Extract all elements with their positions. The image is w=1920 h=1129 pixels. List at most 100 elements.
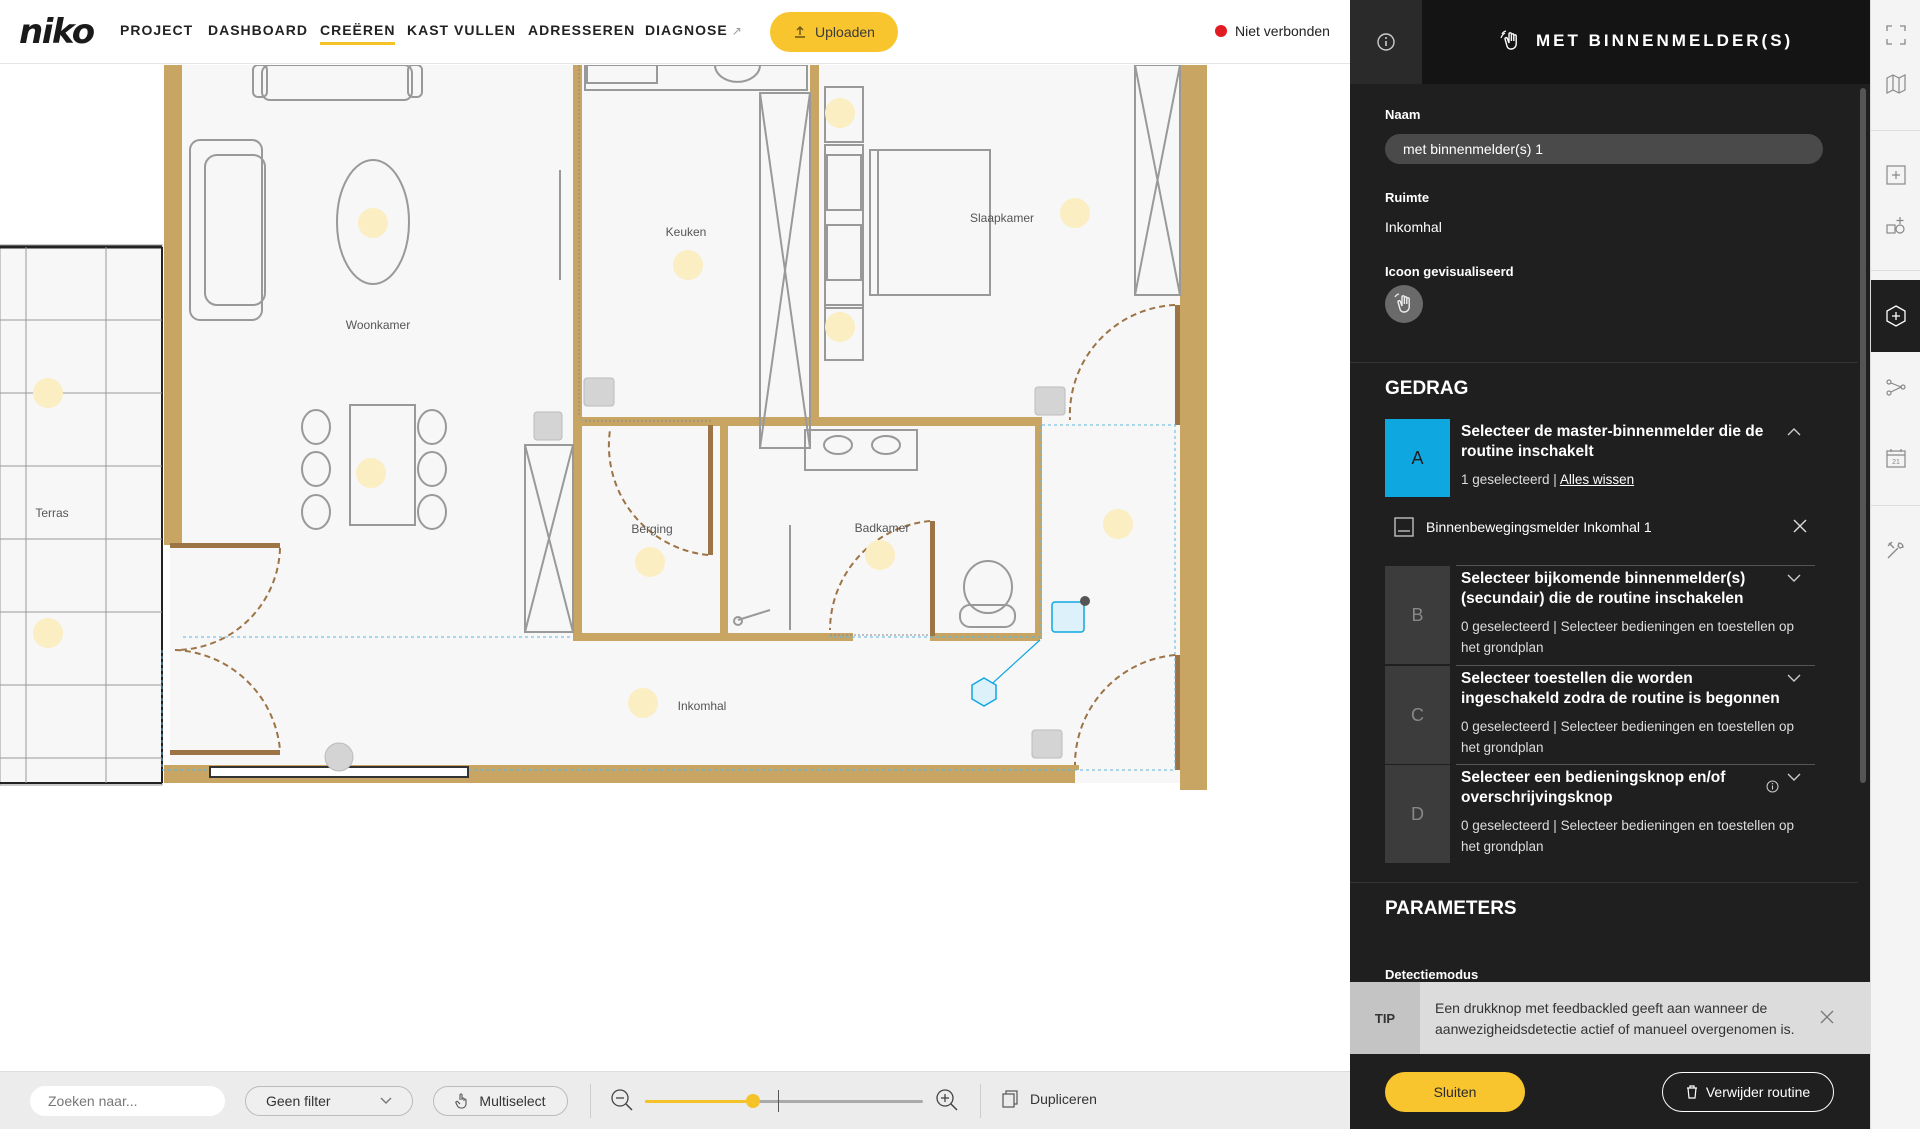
clear-all-link[interactable]: Alles wissen bbox=[1560, 472, 1634, 487]
chevron-down-icon bbox=[380, 1097, 392, 1104]
add-device-button[interactable] bbox=[1871, 205, 1920, 245]
map-button[interactable] bbox=[1871, 64, 1920, 104]
duplicate-label: Dupliceren bbox=[1030, 1091, 1097, 1107]
multiselect-button[interactable]: Multiselect bbox=[433, 1086, 568, 1116]
divider bbox=[980, 1084, 981, 1118]
schedule-button[interactable]: 21 bbox=[1871, 438, 1920, 478]
routine-panel: MET BINNENMELDER(S) Naam Ruimte Inkomhal… bbox=[1350, 0, 1870, 1129]
tip-banner: TIP Een drukknop met feedbackled geeft a… bbox=[1350, 982, 1870, 1054]
panel-title: MET BINNENMELDER(S) bbox=[1500, 30, 1793, 52]
add-room-button[interactable] bbox=[1871, 155, 1920, 195]
divider bbox=[1871, 270, 1920, 271]
room-label: Badkamer bbox=[855, 521, 910, 535]
divider bbox=[1871, 130, 1920, 131]
fullscreen-button[interactable] bbox=[1871, 15, 1920, 55]
icon-label: Icoon gevisualiseerd bbox=[1385, 264, 1514, 279]
chevron-up-icon[interactable] bbox=[1787, 427, 1801, 436]
nav-creeren[interactable]: CREËREN bbox=[320, 22, 396, 45]
tools-icon bbox=[1887, 541, 1904, 559]
routine-hexagon-icon bbox=[1886, 305, 1906, 327]
step-count: 1 geselecteerd | bbox=[1461, 472, 1560, 487]
step-b[interactable]: B Selecteer bijkomende binnenmelder(s) (… bbox=[1385, 566, 1815, 664]
divider bbox=[1350, 882, 1858, 883]
nav-dashboard[interactable]: DASHBOARD bbox=[208, 22, 308, 38]
terrace-grid bbox=[0, 244, 163, 786]
filter-value: Geen filter bbox=[266, 1093, 331, 1109]
nav-diagnose[interactable]: DIAGNOSE ↗ bbox=[645, 22, 743, 38]
step-c[interactable]: C Selecteer toestellen die worden ingesc… bbox=[1385, 666, 1815, 764]
chevron-down-icon[interactable] bbox=[1787, 674, 1801, 683]
step-title: Selecteer bijkomende binnenmelder(s) (se… bbox=[1461, 570, 1746, 607]
add-shapes-icon bbox=[1886, 217, 1905, 234]
chevron-down-icon[interactable] bbox=[1787, 574, 1801, 583]
filter-select[interactable]: Geen filter bbox=[245, 1086, 413, 1116]
niko-logo: niko bbox=[19, 12, 95, 52]
nav-project[interactable]: PROJECT bbox=[120, 22, 193, 38]
room-label: Slaapkamer bbox=[970, 211, 1034, 225]
upload-label: Uploaden bbox=[815, 24, 875, 40]
zoom-slider-handle[interactable] bbox=[746, 1094, 761, 1108]
hand-pointer-icon bbox=[455, 1093, 467, 1109]
behaviour-title: GEDRAG bbox=[1385, 378, 1469, 399]
panel-header: MET BINNENMELDER(S) bbox=[1350, 0, 1870, 84]
parameters-title: PARAMETERS bbox=[1385, 898, 1517, 919]
zoom-out-icon[interactable] bbox=[610, 1088, 634, 1112]
multiselect-label: Multiselect bbox=[479, 1093, 546, 1109]
room-label: Berging bbox=[631, 522, 672, 536]
room-label: Terras bbox=[35, 506, 68, 520]
nav-kast-vullen[interactable]: KAST VULLEN bbox=[407, 22, 516, 38]
panel-scrollbar[interactable] bbox=[1860, 88, 1866, 783]
close-button[interactable]: Sluiten bbox=[1385, 1072, 1525, 1112]
step-d[interactable]: D Selecteer een bedieningsknop en/of ove… bbox=[1385, 765, 1815, 863]
room-label: Inkomhal bbox=[678, 699, 727, 713]
motion-detector-marker bbox=[971, 677, 997, 707]
external-link-icon: ↗ bbox=[731, 24, 743, 38]
connections-button[interactable] bbox=[1871, 367, 1920, 407]
room-label: Woonkamer bbox=[346, 318, 410, 332]
step-letter: D bbox=[1385, 765, 1450, 863]
info-button[interactable] bbox=[1350, 0, 1422, 84]
duplicate-icon bbox=[1002, 1090, 1018, 1108]
app-root: niko PROJECT DASHBOARD CREËREN KAST VULL… bbox=[0, 0, 1920, 1129]
connection-status: Niet verbonden bbox=[1215, 23, 1330, 39]
delete-routine-button[interactable]: Verwijder routine bbox=[1662, 1072, 1834, 1112]
info-icon[interactable] bbox=[1766, 780, 1779, 793]
floorplan-canvas[interactable]: Woonkamer Keuken Slaapkamer Terras Bergi… bbox=[0, 65, 1350, 1071]
fullscreen-icon bbox=[1886, 25, 1906, 45]
upload-button[interactable]: Uploaden bbox=[770, 12, 898, 52]
delete-routine-label: Verwijder routine bbox=[1705, 1084, 1811, 1100]
step-status: 0 geselecteerd | Selecteer bedieningen e… bbox=[1461, 818, 1794, 854]
tool-rail: 21 bbox=[1870, 0, 1920, 1129]
close-icon[interactable] bbox=[1820, 1010, 1834, 1024]
room-value: Inkomhal bbox=[1385, 219, 1442, 235]
routine-name-input[interactable] bbox=[1385, 134, 1823, 164]
selected-detector-marker bbox=[1051, 601, 1085, 633]
calendar-icon: 21 bbox=[1886, 449, 1906, 468]
selected-device-row: Binnenbewegingsmelder Inkomhal 1 bbox=[1385, 512, 1815, 542]
step-a[interactable]: A Selecteer de master-binnenmelder die d… bbox=[1385, 419, 1815, 497]
zoom-default-mark bbox=[778, 1090, 779, 1112]
upload-icon bbox=[795, 26, 806, 38]
close-icon[interactable] bbox=[1793, 519, 1807, 533]
floorplan: Woonkamer Keuken Slaapkamer Terras Bergi… bbox=[0, 65, 1207, 790]
divider bbox=[1871, 505, 1920, 506]
tools-button[interactable] bbox=[1871, 530, 1920, 570]
search-input[interactable] bbox=[30, 1086, 225, 1116]
trash-icon bbox=[1686, 1085, 1697, 1099]
status-dot-icon bbox=[1215, 25, 1227, 37]
zoom-slider[interactable] bbox=[645, 1094, 923, 1108]
divider bbox=[590, 1084, 591, 1118]
nav-adresseren[interactable]: ADRESSEREN bbox=[528, 22, 635, 38]
routine-icon[interactable] bbox=[1385, 285, 1423, 323]
motion-hand-icon bbox=[1500, 30, 1517, 50]
duplicate-button[interactable]: Dupliceren bbox=[1002, 1090, 1097, 1108]
routines-button[interactable] bbox=[1871, 280, 1920, 352]
chevron-down-icon[interactable] bbox=[1787, 773, 1801, 782]
zoom-in-icon[interactable] bbox=[935, 1088, 959, 1112]
bottom-toolbar: Geen filter Multiselect Dupliceren bbox=[0, 1071, 1350, 1129]
divider bbox=[1350, 362, 1858, 363]
step-status: 0 geselecteerd | Selecteer bedieningen e… bbox=[1461, 619, 1794, 655]
room-label: Ruimte bbox=[1385, 190, 1430, 205]
step-title: Selecteer de master-binnenmelder die de … bbox=[1461, 423, 1764, 460]
step-status: 1 geselecteerd | Alles wissen bbox=[1461, 469, 1801, 490]
